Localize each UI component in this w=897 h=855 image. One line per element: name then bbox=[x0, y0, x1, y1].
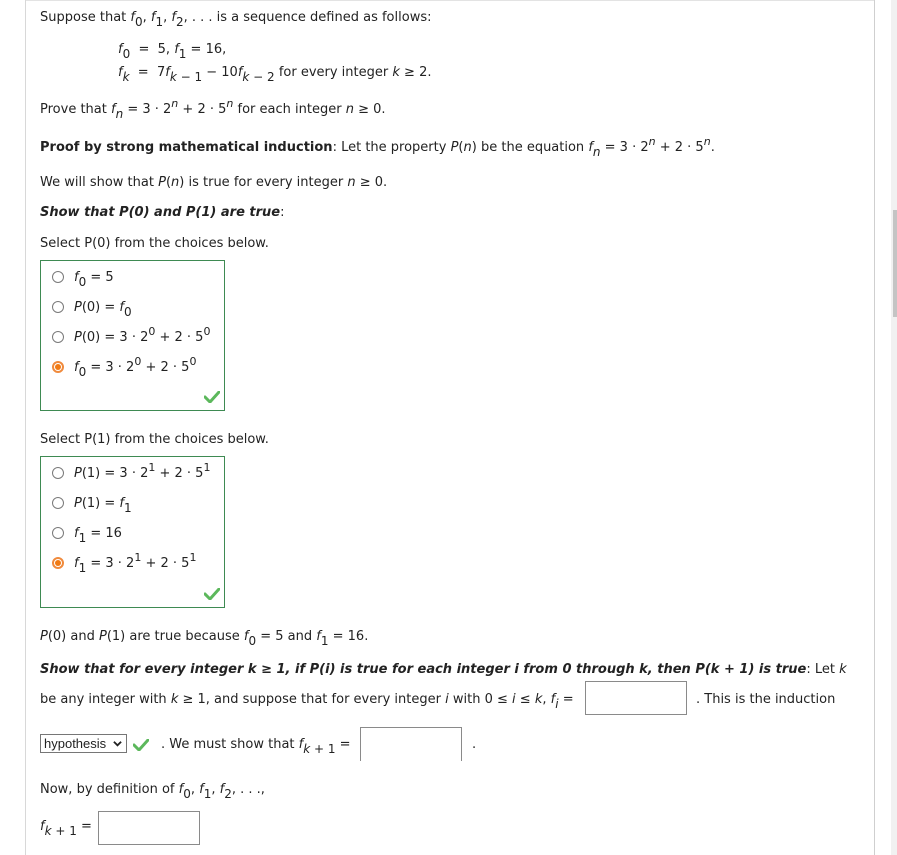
radio-button[interactable] bbox=[52, 301, 64, 313]
radio-button[interactable] bbox=[52, 271, 64, 283]
proof-heading: Proof by strong mathematical induction: … bbox=[40, 135, 715, 159]
p1-prompt: Select P(1) from the choices below. bbox=[40, 432, 269, 447]
radio-button[interactable] bbox=[52, 497, 64, 509]
p0-choice-3[interactable]: P(0) = 3 · 20 + 2 · 50 bbox=[52, 325, 210, 347]
prove-statement: Prove that fn = 3 · 2n + 2 · 5n for each… bbox=[40, 97, 386, 121]
scrollbar-track[interactable] bbox=[891, 0, 897, 855]
inductive-heading: Show that for every integer k ≥ 1, if P(… bbox=[40, 662, 847, 677]
radio-button[interactable] bbox=[52, 527, 64, 539]
p1-choice-4[interactable]: f1 = 3 · 21 + 2 · 51 bbox=[52, 551, 196, 575]
hypothesis-select[interactable]: hypothesis bbox=[40, 734, 127, 753]
radio-button[interactable] bbox=[52, 331, 64, 343]
radio-button-selected[interactable] bbox=[52, 557, 64, 569]
inductive-assumption: be any integer with k ≥ 1, and suppose t… bbox=[40, 692, 574, 711]
fk-plus-1-definition-input[interactable] bbox=[98, 811, 200, 845]
p1-choice-group: P(1) = 3 · 21 + 2 · 51 P(1) = f1 f1 = 16… bbox=[40, 456, 225, 608]
p0-choice-2[interactable]: P(0) = f0 bbox=[52, 297, 132, 319]
top-divider bbox=[25, 0, 875, 1]
basis-heading: Show that P(0) and P(1) are true: bbox=[40, 205, 285, 220]
fi-answer-input[interactable] bbox=[585, 681, 687, 715]
must-show-text: . We must show that fk + 1 = bbox=[161, 737, 351, 756]
must-show-period: . bbox=[472, 737, 477, 752]
basis-conclusion: P(0) and P(1) are true because f0 = 5 an… bbox=[40, 629, 369, 648]
p0-choice-group: f0 = 5 P(0) = f0 P(0) = 3 · 20 + 2 · 50 … bbox=[40, 260, 225, 411]
radio-button-selected[interactable] bbox=[52, 361, 64, 373]
radio-button[interactable] bbox=[52, 467, 64, 479]
definition-reference: Now, by definition of f0, f1, f2, . . ., bbox=[40, 782, 265, 801]
fk-plus-1-label: fk + 1 = bbox=[40, 819, 92, 838]
definition-initial-values: f0 = 5, f1 = 16, bbox=[118, 42, 227, 61]
check-icon bbox=[204, 588, 220, 600]
left-divider bbox=[25, 0, 26, 855]
scrollbar-thumb[interactable] bbox=[893, 210, 897, 317]
chevron-down-icon bbox=[113, 741, 122, 747]
proof-goal: We will show that P(n) is true for every… bbox=[40, 175, 388, 190]
problem-intro: Suppose that f0, f1, f2, . . . is a sequ… bbox=[40, 10, 432, 29]
p1-choice-2[interactable]: P(1) = f1 bbox=[52, 493, 132, 515]
fk-plus-1-goal-input[interactable] bbox=[360, 727, 462, 761]
definition-recurrence: fk = 7fk − 1 − 10fk − 2 for every intege… bbox=[118, 65, 432, 84]
p0-choice-4[interactable]: f0 = 3 · 20 + 2 · 50 bbox=[52, 355, 196, 379]
p0-prompt: Select P(0) from the choices below. bbox=[40, 236, 269, 251]
induction-text-tail: . This is the induction bbox=[696, 692, 836, 707]
p1-choice-1[interactable]: P(1) = 3 · 21 + 2 · 51 bbox=[52, 461, 210, 483]
right-divider bbox=[874, 0, 875, 855]
check-icon bbox=[204, 391, 220, 403]
p0-choice-1[interactable]: f0 = 5 bbox=[52, 267, 114, 289]
p1-choice-3[interactable]: f1 = 16 bbox=[52, 523, 122, 545]
check-icon bbox=[133, 739, 149, 751]
